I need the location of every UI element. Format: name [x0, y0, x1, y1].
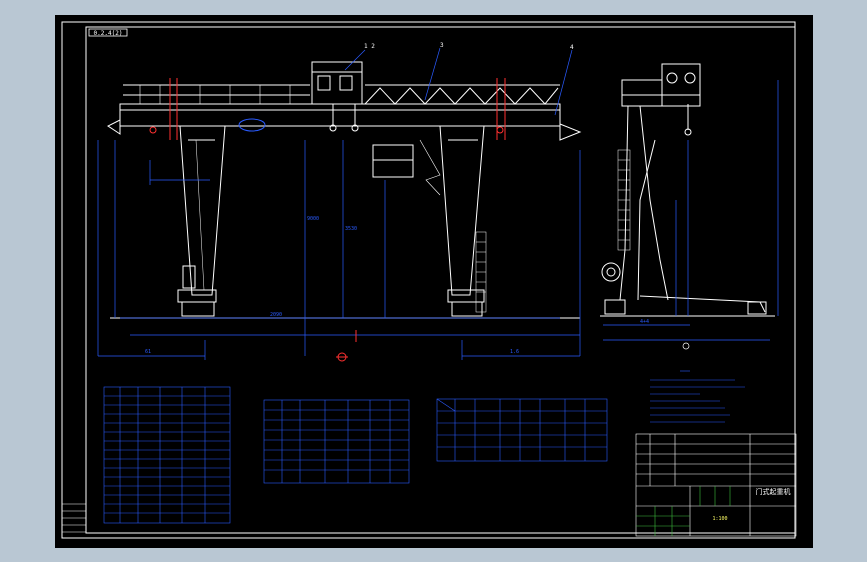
callout-1: 1 2 [364, 43, 375, 50]
drawing-scale: 1:100 [712, 516, 727, 522]
drawing-title: 门式起重机 [756, 487, 791, 496]
stamp-label: 0.2.4(2) [94, 30, 123, 37]
dim-right-span: 1.6 [510, 349, 519, 355]
dim-left-span: 61 [145, 349, 151, 355]
side-dim-width: 4+4 [640, 319, 649, 325]
drawing-stamp: 0.2.4(2) [88, 28, 128, 37]
callout-3: 4 [570, 44, 574, 51]
callout-2: 3 [440, 42, 444, 49]
dim-height-2: 9000 [307, 216, 319, 222]
dim-span-total: 2090 [270, 312, 282, 318]
cad-drawing-canvas: 0.2.4(2) 2090 61 1.6 3530 9000 1 2 3 4 4… [0, 0, 867, 562]
dim-height-1: 3530 [345, 226, 357, 232]
